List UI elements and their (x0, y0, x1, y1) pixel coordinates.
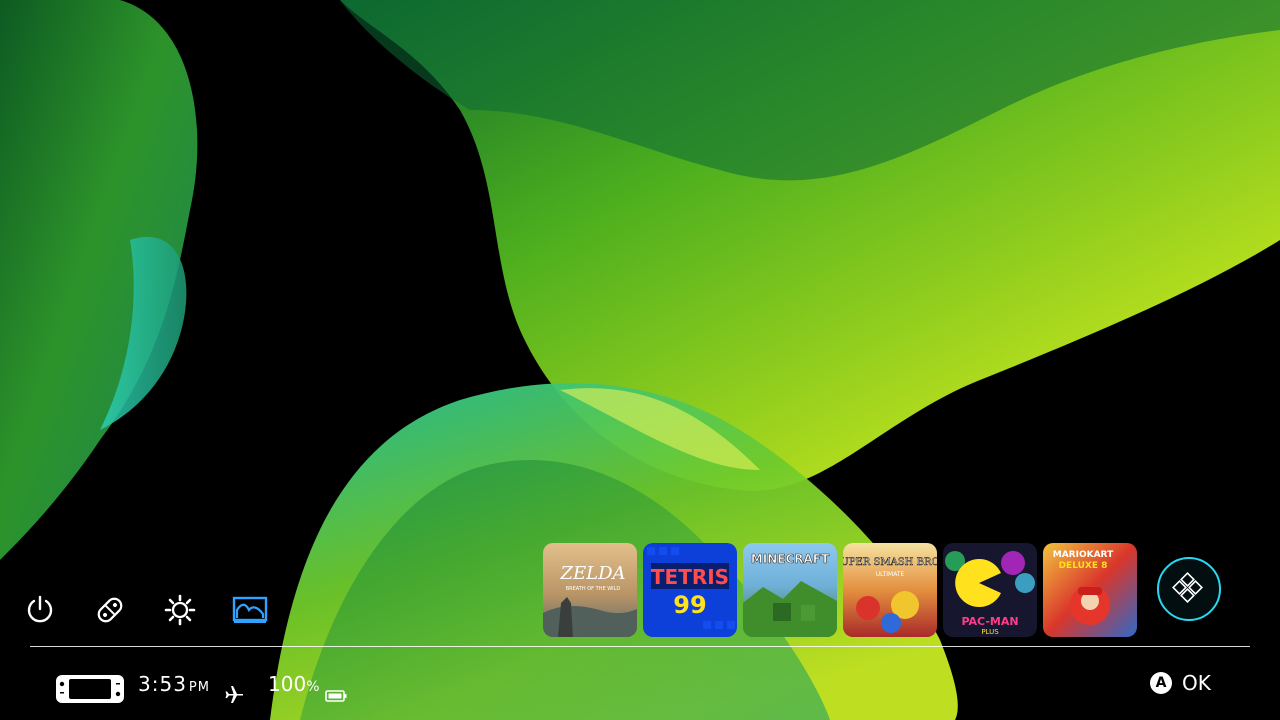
zelda-title: ZELDA (559, 563, 625, 584)
game-tile-minecraft[interactable]: MINECRAFT (743, 543, 837, 637)
battery-unit: % (306, 679, 320, 695)
game-tile-tetris99[interactable]: TETRIS 99 (643, 543, 737, 637)
a-button-icon: A (1150, 672, 1172, 694)
game-tile-smash[interactable]: SUPER SMASH BROS ULTIMATE (843, 543, 937, 637)
mariokart-subtitle: DELUXE 8 (1059, 561, 1108, 571)
mariokart-title: MARIOKART (1053, 550, 1114, 560)
console-mode-icon (55, 669, 125, 709)
battery-icon (325, 676, 347, 716)
power-icon[interactable] (20, 590, 60, 630)
footer-divider (30, 646, 1250, 647)
pacman-title: PAC-MAN (961, 615, 1018, 628)
smash-subtitle: ULTIMATE (876, 571, 905, 578)
all-software-icon (1172, 572, 1203, 603)
zelda-subtitle: BREATH OF THE WILD (566, 586, 621, 592)
smash-title: SUPER SMASH BROS (843, 557, 937, 568)
clock-time: 3:53 (138, 672, 187, 696)
home-screen: ZELDA BREATH OF THE WILD TETRIS 99 MINEC… (0, 0, 1280, 720)
album-icon[interactable] (230, 590, 270, 630)
battery-level: 100% (268, 672, 320, 696)
tetris-title: TETRIS (651, 565, 729, 589)
all-software-button[interactable] (1157, 557, 1221, 621)
game-tile-zelda[interactable]: ZELDA BREATH OF THE WILD (543, 543, 637, 637)
battery-value: 100 (268, 672, 307, 696)
ok-label: OK (1182, 671, 1211, 695)
tetris-subtitle: 99 (673, 591, 706, 619)
clock: 3:53 PM (138, 672, 210, 696)
clock-ampm: PM (188, 680, 210, 695)
airplane-mode-icon (224, 674, 244, 714)
game-tile-pacman[interactable]: PAC-MAN PLUS (943, 543, 1037, 637)
settings-icon[interactable] (160, 590, 200, 630)
game-tile-mariokart[interactable]: MARIOKART DELUXE 8 (1043, 543, 1137, 637)
controllers-icon[interactable] (90, 590, 130, 630)
minecraft-title: MINECRAFT (751, 552, 830, 566)
pacman-subtitle: PLUS (981, 628, 999, 636)
ok-hint: A OK (1150, 671, 1211, 695)
